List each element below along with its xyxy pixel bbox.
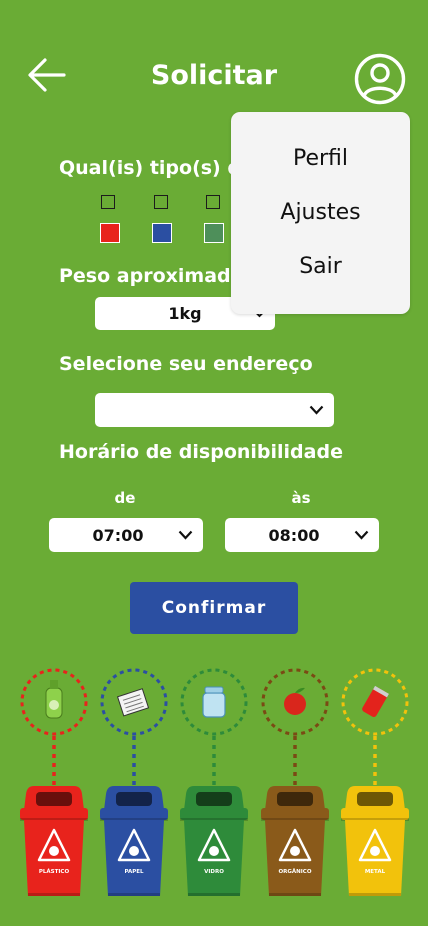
menu-item-profile[interactable]: Perfil	[231, 146, 410, 171]
bin-papel: PAPEL	[100, 668, 168, 896]
bin-label: ORGÂNICO	[278, 868, 311, 875]
from-label: de	[114, 489, 136, 507]
menu-item-logout[interactable]: Sair	[231, 254, 410, 279]
type-checkbox-glass[interactable]	[206, 195, 220, 209]
to-time-select[interactable]: 08:00	[225, 518, 379, 552]
chevron-down-icon	[354, 530, 369, 540]
from-time-select[interactable]: 07:00	[49, 518, 203, 552]
chevron-down-icon	[309, 405, 324, 415]
to-label: às	[291, 489, 311, 507]
user-circle-icon[interactable]	[354, 53, 406, 105]
bin-metal: METAL	[341, 668, 409, 896]
bin-label: PLÁSTICO	[39, 868, 70, 875]
jar-icon	[202, 686, 226, 718]
bin-plástico: PLÁSTICO	[20, 668, 88, 896]
bin-label: METAL	[365, 869, 386, 875]
bin-vidro: VIDRO	[180, 668, 248, 896]
bin-label: PAPEL	[124, 869, 144, 875]
from-time-value: 07:00	[92, 525, 144, 545]
newspaper-icon	[116, 688, 150, 717]
type-swatch-paper	[152, 223, 172, 243]
can-icon	[362, 685, 389, 718]
recycling-bins-illustration: PLÁSTICO PAPEL VIDRO ORGÂNICO METAL	[20, 668, 409, 896]
menu-item-settings[interactable]: Ajustes	[231, 200, 410, 225]
to-time-value: 08:00	[268, 525, 320, 545]
type-checkbox-paper[interactable]	[154, 195, 168, 209]
weight-label: Peso aproximado	[59, 265, 244, 287]
weight-value: 1kg	[168, 304, 202, 323]
bin-label: VIDRO	[204, 869, 224, 875]
apple-icon	[284, 687, 306, 715]
type-swatch-plastic	[100, 223, 120, 243]
address-label: Selecione seu endereço	[59, 353, 313, 375]
profile-dropdown-menu: Perfil Ajustes Sair	[231, 112, 410, 314]
chevron-down-icon	[178, 530, 193, 540]
type-swatch-glass	[204, 223, 224, 243]
bottle-icon	[45, 680, 63, 719]
address-select[interactable]	[95, 393, 334, 427]
types-label: Qual(is) tipo(s) de	[59, 157, 254, 179]
bin-orgânico: ORGÂNICO	[261, 668, 329, 896]
confirm-button[interactable]: Confirmar	[130, 582, 298, 634]
type-checkbox-plastic[interactable]	[101, 195, 115, 209]
availability-label: Horário de disponibilidade	[59, 441, 343, 463]
